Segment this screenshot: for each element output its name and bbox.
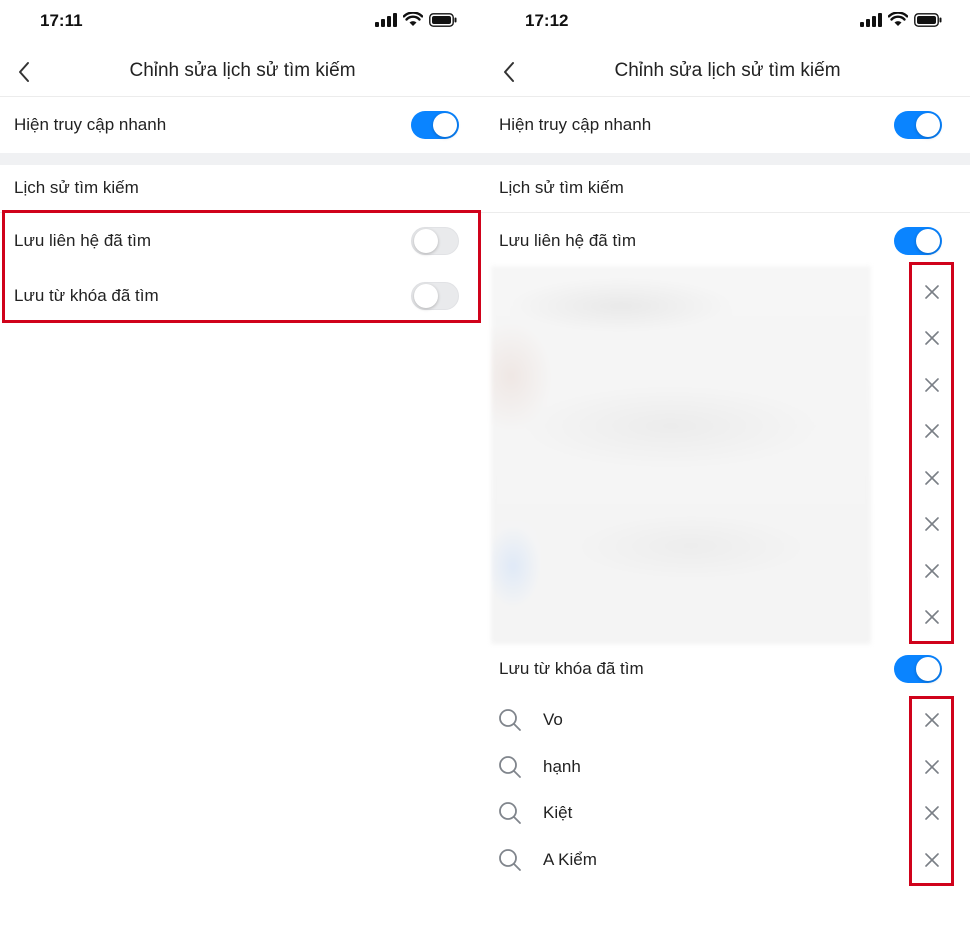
remove-contact-button[interactable]: [919, 372, 945, 398]
save-keywords-label: Lưu từ khóa đã tìm: [499, 659, 644, 678]
close-icon: [925, 713, 939, 727]
remove-contact-button[interactable]: [919, 511, 945, 537]
quick-access-label: Hiện truy cập nhanh: [14, 115, 167, 134]
save-contacts-label: Lưu liên hệ đã tìm: [14, 231, 152, 250]
status-time: 17:11: [40, 11, 83, 30]
search-icon: [499, 756, 521, 778]
keyword-item[interactable]: A Kiểm: [485, 837, 970, 883]
keyword-text: A Kiểm: [543, 850, 597, 869]
wifi-icon: [403, 12, 423, 27]
close-icon: [925, 806, 939, 820]
keyword-item[interactable]: Vo: [485, 697, 970, 743]
cellular-signal-icon: [860, 12, 882, 27]
remove-contact-button[interactable]: [919, 604, 945, 630]
section-gap: [485, 153, 970, 165]
right-screen: 17:12 Chỉnh sửa lịch sử tìm kiếm Hiện tr…: [485, 0, 970, 933]
close-icon: [925, 471, 939, 485]
close-icon: [925, 517, 939, 531]
save-keywords-row: Lưu từ khóa đã tìm: [485, 641, 970, 697]
page-title: Chỉnh sửa lịch sử tìm kiếm: [614, 60, 841, 81]
close-icon: [925, 285, 939, 299]
remove-keyword-button[interactable]: [919, 754, 945, 780]
blurred-contact-list: [491, 266, 871, 644]
remove-keyword-button[interactable]: [919, 847, 945, 873]
remove-contact-button[interactable]: [919, 558, 945, 584]
quick-access-row: Hiện truy cập nhanh: [0, 97, 485, 153]
search-history-title: Lịch sử tìm kiếm: [14, 178, 139, 197]
search-icon: [499, 709, 521, 731]
save-keywords-row: Lưu từ khóa đã tìm: [0, 268, 485, 324]
keyword-item[interactable]: Kiệt: [485, 790, 970, 836]
close-icon: [925, 331, 939, 345]
save-contacts-label: Lưu liên hệ đã tìm: [499, 231, 637, 250]
remove-contact-button[interactable]: [919, 465, 945, 491]
highlight-box: [909, 262, 954, 644]
save-keywords-toggle[interactable]: [411, 282, 459, 310]
left-screen: 17:11 Chỉnh sửa lịch sử tìm kiếm Hiện tr…: [0, 0, 485, 933]
nav-bar: Chỉnh sửa lịch sử tìm kiếm: [485, 46, 970, 97]
section-gap: [0, 153, 485, 165]
page-title: Chỉnh sửa lịch sử tìm kiếm: [129, 60, 356, 81]
save-contacts-row: Lưu liên hệ đã tìm: [485, 213, 970, 269]
wifi-icon: [888, 12, 908, 27]
search-history-title: Lịch sử tìm kiếm: [499, 178, 624, 197]
keyword-text: Kiệt: [543, 803, 573, 822]
battery-icon: [914, 12, 942, 27]
close-icon: [925, 424, 939, 438]
close-icon: [925, 610, 939, 624]
remove-keyword-button[interactable]: [919, 707, 945, 733]
save-contacts-row: Lưu liên hệ đã tìm: [0, 213, 485, 269]
quick-access-toggle[interactable]: [894, 111, 942, 139]
close-icon: [925, 760, 939, 774]
save-contacts-toggle[interactable]: [894, 227, 942, 255]
quick-access-toggle[interactable]: [411, 111, 459, 139]
status-bar: 17:12: [485, 0, 970, 44]
close-icon: [925, 564, 939, 578]
search-icon: [499, 849, 521, 871]
nav-bar: Chỉnh sửa lịch sử tìm kiếm: [0, 46, 485, 97]
quick-access-label: Hiện truy cập nhanh: [499, 115, 652, 134]
remove-contact-button[interactable]: [919, 279, 945, 305]
save-keywords-label: Lưu từ khóa đã tìm: [14, 286, 159, 305]
keyword-text: hạnh: [543, 757, 581, 776]
keyword-item[interactable]: hạnh: [485, 744, 970, 790]
close-icon: [925, 853, 939, 867]
remove-contact-button[interactable]: [919, 418, 945, 444]
status-bar: 17:11: [0, 0, 485, 44]
cellular-signal-icon: [375, 12, 397, 27]
remove-contact-button[interactable]: [919, 325, 945, 351]
status-time: 17:12: [525, 11, 569, 30]
quick-access-row: Hiện truy cập nhanh: [485, 97, 970, 153]
search-icon: [499, 802, 521, 824]
battery-icon: [429, 12, 457, 27]
close-icon: [925, 378, 939, 392]
save-contacts-toggle[interactable]: [411, 227, 459, 255]
keyword-text: Vo: [543, 710, 563, 729]
remove-keyword-button[interactable]: [919, 800, 945, 826]
save-keywords-toggle[interactable]: [894, 655, 942, 683]
